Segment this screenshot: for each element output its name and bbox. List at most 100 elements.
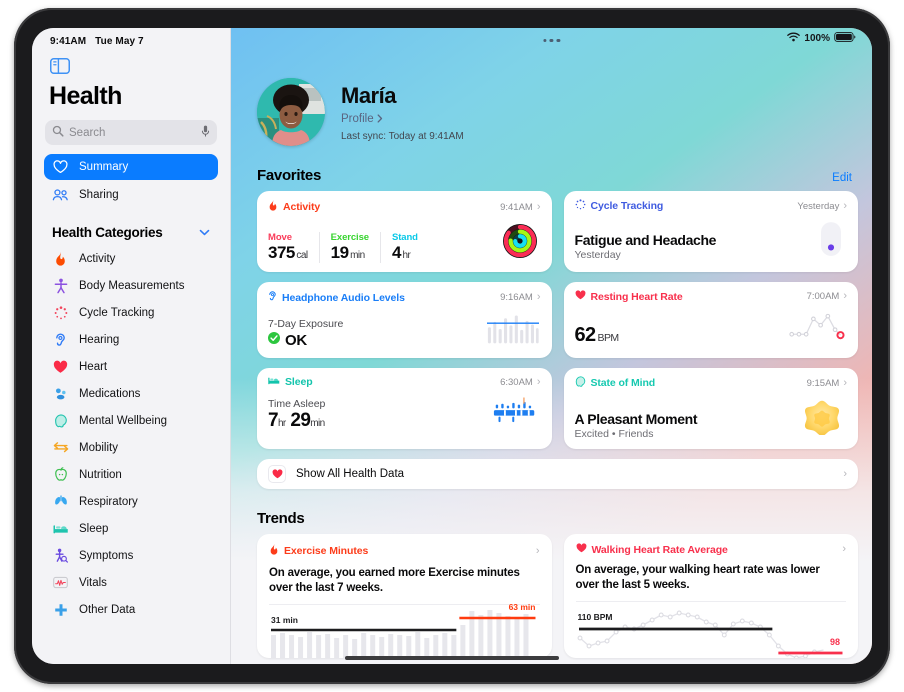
last-sync-label: Last sync: Today at 9:41AM [341, 130, 464, 142]
card-tag-label: State of Mind [590, 377, 656, 389]
card-meta: 6:30AM › [500, 375, 541, 388]
sidebar-item-label: Respiratory [79, 495, 138, 508]
ipad-device-frame: 9:41AM Tue May 7 Health Search Summary S… [14, 8, 890, 684]
exercise-minutes-chart: 31 min 63 min [269, 602, 540, 658]
sidebar: 9:41AM Tue May 7 Health Search Summary S… [32, 28, 231, 664]
card-tag: Activity [268, 199, 320, 215]
card-subline: Yesterday [574, 249, 621, 261]
head-profile-icon [575, 376, 586, 390]
pills-icon [52, 385, 69, 402]
sidebar-item-label: Other Data [79, 603, 136, 616]
sidebar-item-activity[interactable]: Activity [44, 245, 218, 272]
sidebar-toggle-icon[interactable] [50, 58, 70, 74]
profile-link-label: Profile [341, 112, 374, 125]
chevron-right-icon: › [843, 199, 847, 212]
favorites-title: Favorites [257, 167, 321, 184]
plus-cross-icon [52, 601, 69, 618]
cycle-pill-indicator [821, 222, 841, 261]
heart-filled-icon [52, 358, 69, 375]
sidebar-item-label: Cycle Tracking [79, 306, 155, 319]
sleep-hours-unit: hr [277, 418, 286, 429]
trends-title: Trends [257, 510, 305, 527]
chevron-right-icon: › [536, 375, 541, 388]
sidebar-item-sleep[interactable]: Sleep [44, 515, 218, 542]
favorite-card-sleep[interactable]: Sleep 6:30AM › Time Asleep 7hr 29min [257, 368, 552, 449]
sidebar-item-vitals[interactable]: Vitals [44, 569, 218, 596]
apple-icon [52, 466, 69, 483]
ear-icon [268, 290, 277, 305]
card-time: 9:41AM [500, 201, 533, 213]
ipad-screen: 9:41AM Tue May 7 Health Search Summary S… [32, 28, 872, 664]
favorite-card-headphone-audio-levels[interactable]: Headphone Audio Levels 9:16AM › 7-Day Ex… [257, 282, 552, 358]
content-scroll-area[interactable]: María Profile Last sync: Today at 9:41AM [231, 28, 872, 664]
sidebar-item-label: Vitals [79, 576, 107, 589]
trend-card-exercise-minutes[interactable]: Exercise Minutes › On average, you earne… [257, 534, 552, 658]
edit-favorites-button[interactable]: Edit [832, 172, 852, 184]
favorites-grid: Activity 9:41AM › Move 375 cal Exercise … [257, 191, 858, 449]
sidebar-item-body-measurements[interactable]: Body Measurements [44, 272, 218, 299]
sidebar-item-symptoms[interactable]: Symptoms [44, 542, 218, 569]
card-tag-label: Cycle Tracking [590, 200, 664, 212]
lungs-icon [52, 493, 69, 510]
microphone-icon[interactable] [201, 124, 210, 142]
chevron-right-icon: › [536, 291, 541, 303]
sidebar-item-other-data[interactable]: Other Data [44, 596, 218, 623]
main-content: 100% María Profile Last sync: Today at 9… [231, 28, 872, 664]
metric-label: Exercise [330, 232, 369, 244]
search-input[interactable]: Search [45, 120, 217, 145]
card-time: 9:15AM [806, 377, 840, 389]
profile-header[interactable]: María Profile Last sync: Today at 9:41AM [257, 78, 858, 146]
card-meta: Yesterday › [797, 199, 847, 212]
profile-link[interactable]: Profile [341, 110, 464, 128]
sleep-minutes: 29 [290, 410, 311, 431]
card-tag: Cycle Tracking [575, 199, 664, 213]
card-meta: 9:41AM › [500, 201, 540, 213]
card-meta: 9:15AM › [806, 377, 847, 389]
bed-icon [268, 376, 280, 388]
card-headline: Fatigue and Headache [574, 232, 717, 248]
card-time: 9:16AM [500, 292, 533, 303]
sidebar-item-mobility[interactable]: Mobility [44, 434, 218, 461]
home-indicator[interactable] [345, 656, 559, 660]
audio-bars-chart [486, 314, 539, 349]
card-meta: 9:16AM › [500, 291, 541, 304]
metric-unit: cal [296, 250, 308, 262]
avatar[interactable] [257, 78, 325, 146]
card-tag: Headphone Audio Levels [268, 290, 405, 305]
exercise-baseline-label: 31 min [271, 615, 298, 626]
mood-star-icon [803, 399, 841, 440]
sidebar-item-heart[interactable]: Heart [44, 353, 218, 380]
cycle-dots-icon [52, 304, 69, 321]
sidebar-item-hearing[interactable]: Hearing [44, 326, 218, 353]
favorite-card-state-of-mind[interactable]: State of Mind 9:15AM › A Pleasant Moment [563, 368, 858, 449]
sidebar-item-label: Sleep [79, 522, 109, 535]
flame-icon [52, 250, 69, 267]
trend-card-walking-heart-rate-average[interactable]: Walking Heart Rate Average › On average,… [563, 534, 858, 658]
favorite-card-activity[interactable]: Activity 9:41AM › Move 375 cal Exercise … [257, 191, 552, 272]
heart-filled-icon [576, 543, 587, 556]
metric-move: Move 375 cal [268, 232, 319, 263]
sidebar-item-nutrition[interactable]: Nutrition [44, 461, 218, 488]
sidebar-item-label: Symptoms [79, 549, 134, 562]
sidebar-item-sharing[interactable]: Sharing [44, 182, 218, 208]
sidebar-item-mental-wellbeing[interactable]: Mental Wellbeing [44, 407, 218, 434]
favorite-card-cycle-tracking[interactable]: Cycle Tracking Yesterday › Fatigue and H… [563, 191, 858, 272]
sidebar-item-cycle-tracking[interactable]: Cycle Tracking [44, 299, 218, 326]
check-circle-icon [268, 331, 280, 349]
health-categories-header[interactable]: Health Categories [52, 223, 210, 241]
favorites-section-header: Favorites Edit [257, 167, 852, 184]
chevron-down-icon[interactable] [199, 223, 210, 241]
sidebar-item-respiratory[interactable]: Respiratory [44, 488, 218, 515]
favorite-card-resting-heart-rate[interactable]: Resting Heart Rate 7:00AM › 62 BPM [563, 282, 858, 358]
sidebar-item-summary[interactable]: Summary [44, 154, 218, 180]
waveform-box-icon [52, 574, 69, 591]
card-tag: Walking Heart Rate Average [576, 543, 728, 556]
show-all-health-data-button[interactable]: Show All Health Data › [257, 459, 858, 489]
hr-number: 62 [574, 324, 597, 346]
status-bar-left: 9:41AM Tue May 7 [42, 28, 220, 50]
sidebar-item-medications[interactable]: Medications [44, 380, 218, 407]
heart-filled-icon [268, 465, 286, 483]
sidebar-item-label: Sharing [79, 189, 119, 201]
bed-icon [52, 520, 69, 537]
trends-section-header: Trends [257, 510, 852, 527]
